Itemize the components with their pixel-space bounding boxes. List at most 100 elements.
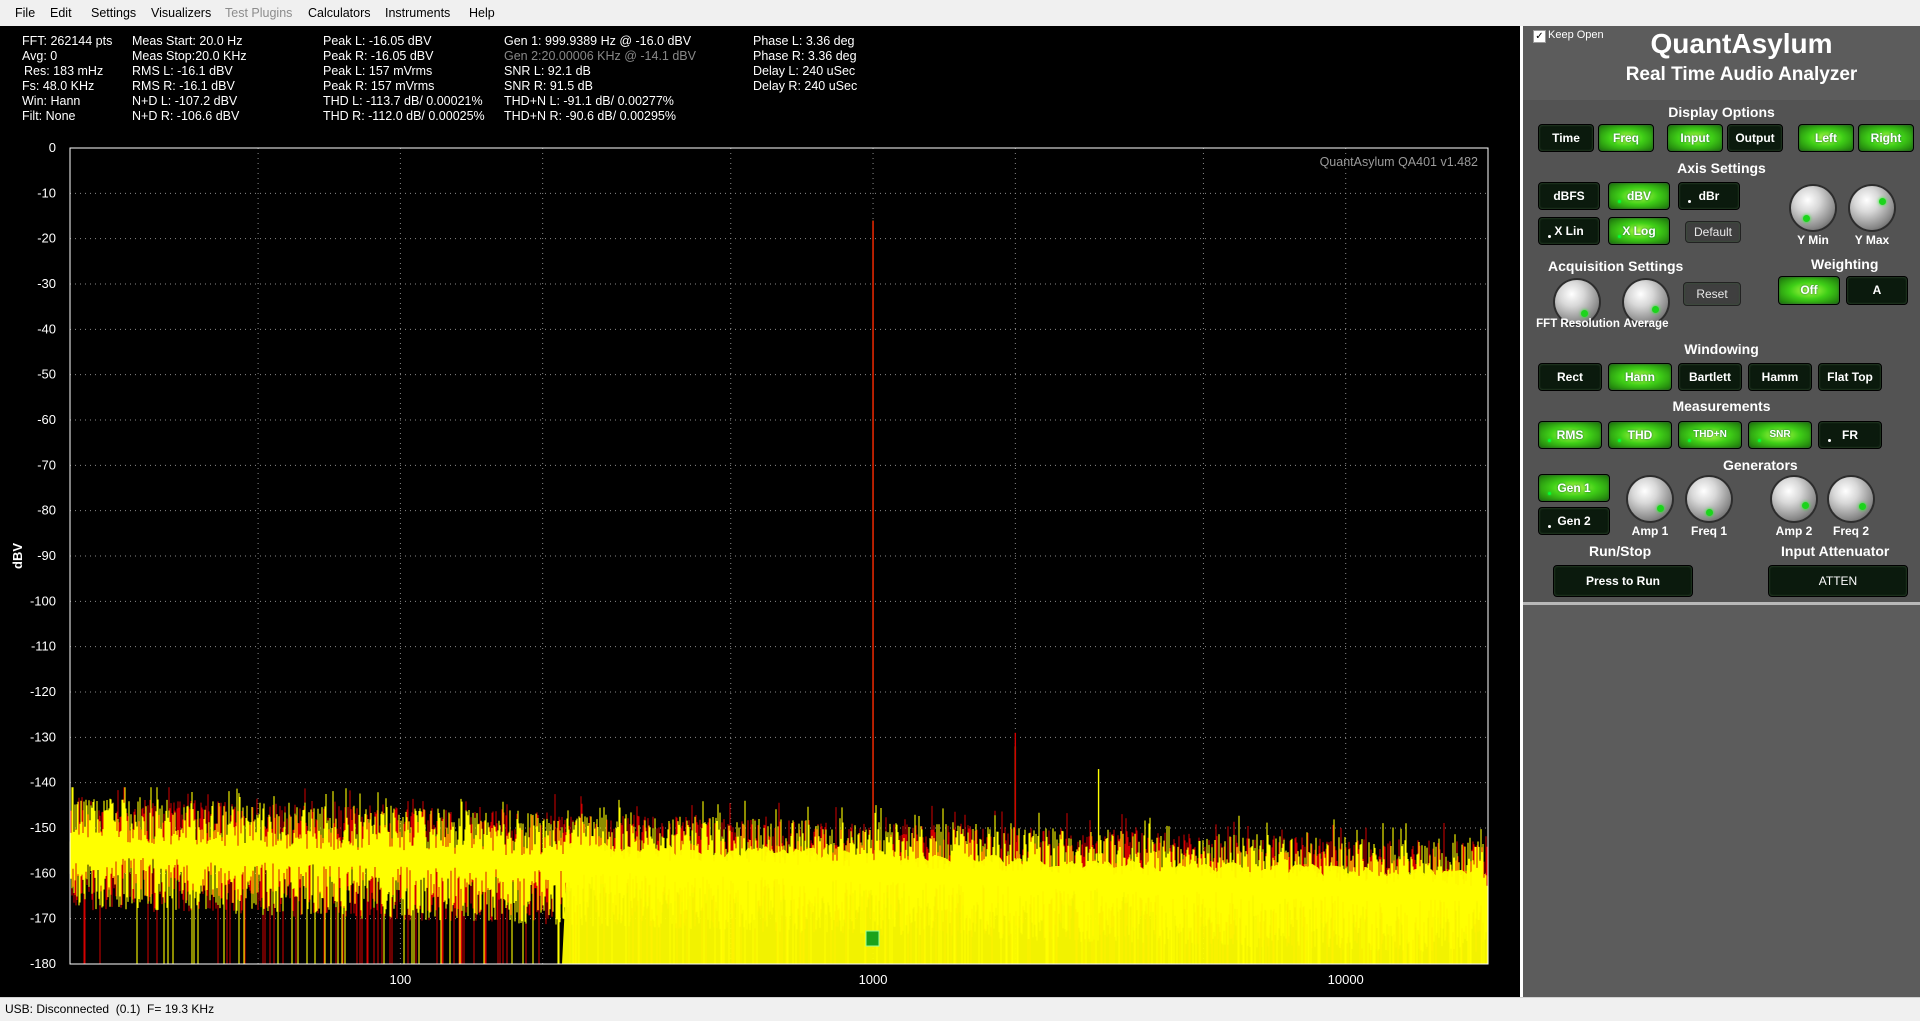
brand-subtitle: Real Time Audio Analyzer [1625,64,1858,85]
window-bartlett-button[interactable]: Bartlett [1678,363,1742,391]
spectrum-chart[interactable]: 0 -10 -20 -30 -40 -50 -60 -70 -80 -90 -100 -110 -120… [0,26,1520,997]
ymin-knob[interactable] [1791,186,1835,230]
readout-peak-l-dbv: Peak L: -16.05 dBV [323,34,432,48]
y-tick-label: -180 [30,956,56,971]
meas-thdn-button[interactable]: THD+N [1678,421,1742,449]
freq2-knob[interactable] [1829,477,1873,521]
right-channel-button[interactable]: Right [1858,124,1914,152]
brand-title: QuantAsylum [1650,28,1833,59]
ymax-knob[interactable] [1850,186,1894,230]
readout-col-5: Phase L: 3.36 deg Phase R: 3.36 deg Dela… [753,34,857,94]
amp2-knob[interactable] [1772,477,1816,521]
weighting-a-button[interactable]: A [1846,276,1908,305]
menu-settings[interactable]: Settings [91,0,136,26]
xlin-button[interactable]: X Lin [1538,217,1600,245]
readout-thdn-r: THD+N R: -90.6 dB/ 0.00295% [504,109,676,123]
readout-nd-l: N+D L: -107.2 dBV [132,94,238,108]
readout-peak-r-mv: Peak R: 157 mVrms [323,79,435,93]
thd-indicator-dot [1618,439,1621,442]
window-rect-button[interactable]: Rect [1538,363,1602,391]
thdn-label: THD+N [1693,429,1727,440]
window-hamm-button[interactable]: Hamm [1748,363,1812,391]
xlog-label: X Log [1622,224,1656,238]
dbv-label: dBV [1627,189,1651,203]
control-panel: ✓ Keep Open QuantAsylum Real Time Audio … [1523,26,1920,997]
meas-rms-button[interactable]: RMS [1538,421,1602,449]
y-axis-label: dBV [10,543,25,569]
readout-phase-l: Phase L: 3.36 deg [753,34,855,48]
dbr-button[interactable]: dBr [1678,182,1740,210]
xlin-indicator-dot [1548,235,1551,238]
xlog-button[interactable]: X Log [1608,217,1670,245]
dbfs-button[interactable]: dBFS [1538,182,1600,210]
menu-instruments[interactable]: Instruments [385,0,450,26]
y-tick-label: -160 [30,865,56,880]
weighting-off-button[interactable]: Off [1778,276,1840,305]
y-tick-label: -130 [30,729,56,744]
meas-thd-button[interactable]: THD [1608,421,1672,449]
readout-rms-r: RMS R: -16.1 dBV [132,79,235,93]
y-tick-label: -60 [37,412,56,427]
menu-test-plugins[interactable]: Test Plugins [225,0,292,26]
left-channel-button[interactable]: Left [1798,124,1854,152]
xlin-label: X Lin [1554,224,1584,238]
y-tick-label: -40 [37,321,56,336]
gen1-button[interactable]: Gen 1 [1538,474,1610,502]
frequency-cursor-marker[interactable] [865,930,880,947]
freq1-knob[interactable] [1687,477,1731,521]
ymin-label: Y Min [1797,233,1829,247]
readout-peak-l-mv: Peak L: 157 mVrms [323,64,433,78]
snr-label: SNR [1769,429,1791,440]
window-hann-button[interactable]: Hann [1608,363,1672,391]
meas-fr-button[interactable]: FR [1818,421,1882,449]
gen2-button[interactable]: Gen 2 [1538,507,1610,535]
dbv-button[interactable]: dBV [1608,182,1670,210]
y-tick-label: -110 [31,639,56,654]
readout-snr-l: SNR L: 92.1 dB [504,64,591,78]
freq1-label: Freq 1 [1690,524,1727,538]
reset-button[interactable]: Reset [1683,282,1741,306]
input-button[interactable]: Input [1667,124,1723,152]
generators-title: Generators [1723,457,1798,473]
press-to-run-button[interactable]: Press to Run [1553,565,1693,597]
dbv-indicator-dot [1618,200,1621,203]
watermark-text: QuantAsylum QA401 v1.482 [1320,155,1478,169]
y-tick-label: -140 [30,775,56,790]
readout-gen2: Gen 2:20.00006 KHz @ -14.1 dBV [504,49,696,63]
freq1-knob-indicator [1706,509,1713,516]
readout-col-3: Peak L: -16.05 dBV Peak R: -16.05 dBV Pe… [323,34,485,124]
readout-fs: Fs: 48.0 KHz [22,79,95,93]
windowing-section: Windowing Rect Hann Bartlett Hamm Flat T… [1523,335,1920,395]
fft-resolution-label: FFT Resolution [1536,318,1620,330]
menu-edit[interactable]: Edit [50,0,72,26]
plot-area: 0 -10 -20 -30 -40 -50 -60 -70 -80 -90 -100 -110 -120… [0,26,1520,997]
y-tick-label: -20 [37,231,56,246]
amp1-knob-indicator [1657,505,1664,512]
freq-button[interactable]: Freq [1598,124,1654,152]
rms-label: RMS [1556,428,1584,442]
readout-meas-start: Meas Start: 20.0 Hz [132,34,243,48]
meas-snr-button[interactable]: SNR [1748,421,1812,449]
y-tick-label: -70 [37,457,56,472]
freq2-knob-indicator [1859,503,1866,510]
menu-file[interactable]: File [15,0,35,26]
output-button[interactable]: Output [1727,124,1783,152]
acquisition-section: Acquisition Settings FFT Resolution Aver… [1523,252,1920,338]
menu-bar: File Edit Settings Visualizers Test Plug… [0,0,1920,27]
window-flattop-button[interactable]: Flat Top [1818,363,1882,391]
readout-phase-r: Phase R: 3.36 deg [753,49,857,63]
menu-calculators[interactable]: Calculators [308,0,371,26]
time-button[interactable]: Time [1538,124,1594,152]
rms-indicator-dot [1548,439,1551,442]
amp1-knob[interactable] [1628,477,1672,521]
snr-indicator-dot [1758,439,1761,442]
menu-visualizers[interactable]: Visualizers [151,0,211,26]
axis-default-button[interactable]: Default [1685,221,1741,243]
measurements-title: Measurements [1672,398,1771,414]
menu-help[interactable]: Help [469,0,495,26]
atten-button[interactable]: ATTEN [1768,565,1908,597]
readout-peak-r-dbv: Peak R: -16.05 dBV [323,49,434,63]
y-tick-label: -10 [37,185,56,200]
readout-filt: Filt: None [22,109,76,123]
readout-gen1: Gen 1: 999.9389 Hz @ -16.0 dBV [504,34,692,48]
